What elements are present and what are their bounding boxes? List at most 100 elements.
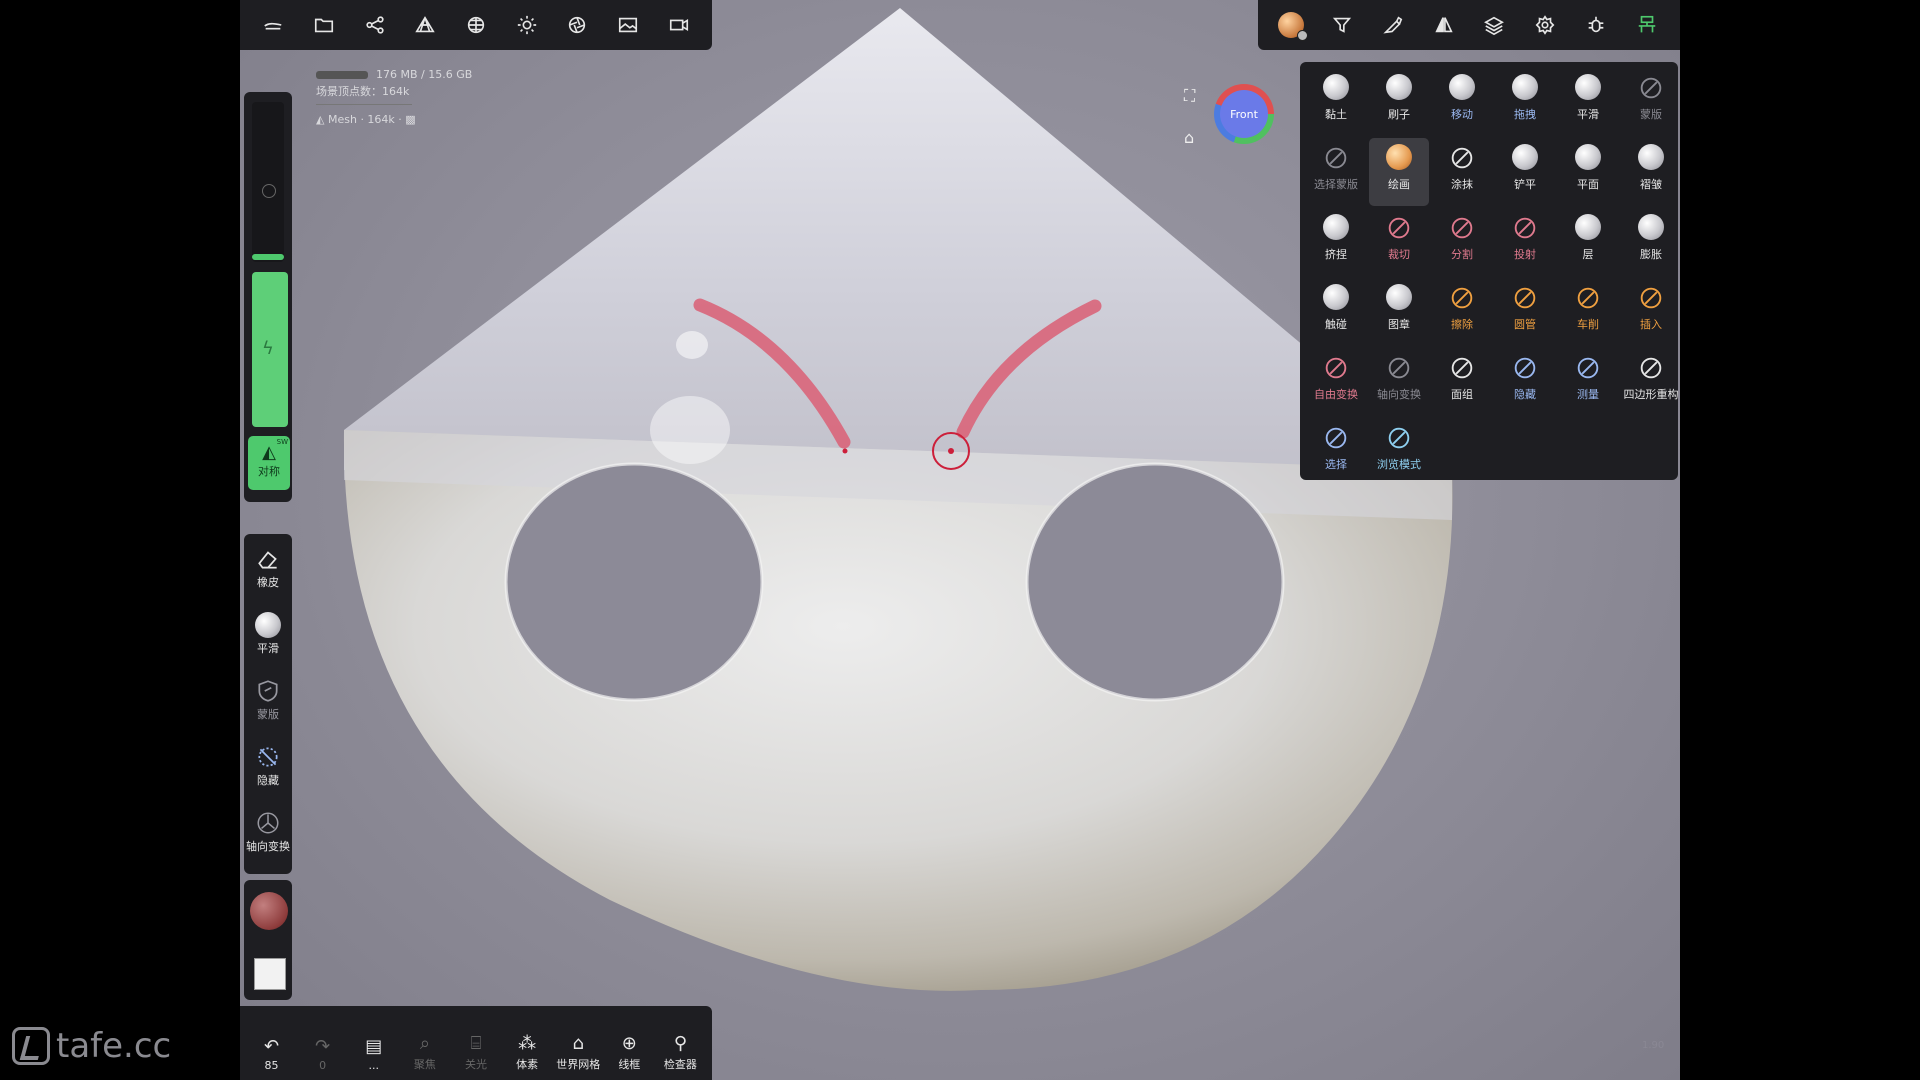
tool-trim[interactable]: 裁切 — [1369, 208, 1429, 276]
slider-knob[interactable] — [262, 184, 276, 198]
video-icon[interactable] — [664, 10, 694, 40]
focus-button[interactable]: ⌕ 聚焦 — [400, 1032, 450, 1072]
image-icon[interactable] — [613, 10, 643, 40]
tool-measure[interactable]: 测量 — [1558, 348, 1618, 416]
mesh-count: · 164k · — [360, 113, 402, 126]
hide-label: 隐藏 — [257, 774, 279, 787]
gizmo-tool[interactable]: 轴向变换 — [244, 810, 292, 854]
tool-paint[interactable]: 绘画 — [1369, 138, 1429, 206]
smooth-ball-icon — [255, 612, 281, 638]
inspector-label: 检查器 — [663, 1058, 697, 1071]
voxel-button[interactable]: ⁂ 体素 — [502, 1032, 552, 1072]
mask-tool[interactable]: 蒙版 — [244, 678, 292, 722]
tool-stamp[interactable]: 图章 — [1369, 278, 1429, 346]
tool-move[interactable]: 移动 — [1432, 68, 1492, 136]
viewport[interactable]: 176 MB / 15.6 GB 场景顶点数：164k ◭ Mesh · 164… — [240, 0, 1680, 1080]
bug-icon[interactable] — [1581, 10, 1611, 40]
focus-icon: ⌕ — [419, 1033, 430, 1054]
tool-select-mask[interactable]: 选择蒙版 — [1306, 138, 1366, 206]
tool-axis-transform[interactable]: 轴向变换 — [1369, 348, 1429, 416]
tool-drag[interactable]: 拖拽 — [1495, 68, 1555, 136]
tool-clay[interactable]: 黏土 — [1306, 68, 1366, 136]
clay-icon — [1322, 74, 1350, 102]
tool-facegroup[interactable]: 面组 — [1432, 348, 1492, 416]
sun-icon[interactable] — [512, 10, 542, 40]
mesh-row[interactable]: ◭ Mesh · 164k · ▩ — [316, 111, 472, 128]
tool-free-transform[interactable]: 自由变换 — [1306, 348, 1366, 416]
material-ball-icon[interactable] — [1276, 10, 1309, 41]
tool-label: 平面 — [1577, 178, 1599, 191]
radius-slider[interactable] — [252, 102, 284, 262]
tool-crease[interactable]: 褶皱 — [1621, 138, 1680, 206]
tool-label: 蒙版 — [1640, 108, 1662, 121]
brush-cursor — [932, 432, 970, 470]
symmetry-icon[interactable] — [1429, 10, 1459, 40]
intensity-slider[interactable]: ϟ — [252, 272, 288, 427]
sphere-grid-icon[interactable] — [461, 10, 491, 40]
layers-icon[interactable] — [1479, 10, 1509, 40]
mesh-icon[interactable] — [410, 10, 440, 40]
aperture-icon[interactable] — [562, 10, 592, 40]
tool-brush[interactable]: 刷子 — [1369, 68, 1429, 136]
tool-mask[interactable]: 蒙版 — [1621, 68, 1680, 136]
tool-split[interactable]: 分割 — [1432, 208, 1492, 276]
move-icon — [1448, 74, 1476, 102]
tool-flatten[interactable]: 铲平 — [1495, 138, 1555, 206]
tool-curve-tube[interactable]: 圆管 — [1495, 278, 1555, 346]
panel-button[interactable]: ▤... — [349, 1035, 399, 1072]
tool-smooth[interactable]: 平滑 — [1558, 68, 1618, 136]
world-grid-button[interactable]: ⌂ 世界网格 — [553, 1032, 603, 1072]
folder-icon[interactable] — [309, 10, 339, 40]
delete-icon — [1448, 284, 1476, 312]
flatten-icon — [1511, 144, 1539, 172]
tool-quad-remesh[interactable]: 四边形重构 — [1621, 348, 1680, 416]
eraser-icon — [258, 551, 277, 569]
fullscreen-icon[interactable]: ⛶ — [1184, 86, 1204, 106]
orientation-gizmo[interactable]: Front — [1214, 84, 1274, 144]
material-color-swatch[interactable] — [250, 892, 288, 930]
tool-planar[interactable]: 平面 — [1558, 138, 1618, 206]
brush-pen-icon[interactable] — [1378, 10, 1408, 40]
tool-label: 车削 — [1577, 318, 1599, 331]
tool-label: 分割 — [1451, 248, 1473, 261]
brush-icon — [1385, 74, 1413, 102]
home-icon[interactable]: ⌂ — [1184, 128, 1204, 148]
tool-insert[interactable]: 插入 — [1621, 278, 1680, 346]
inflate-icon — [1637, 214, 1665, 242]
share-icon[interactable] — [360, 10, 390, 40]
inspector-button[interactable]: ⚲ 检查器 — [655, 1032, 705, 1072]
hide-tool[interactable]: 隐藏 — [244, 744, 292, 788]
tool-layer[interactable]: 层 — [1558, 208, 1618, 276]
undo-button[interactable]: ↶ 85 — [247, 1035, 297, 1072]
hide-icon — [258, 747, 278, 767]
filter-icon[interactable] — [1327, 10, 1357, 40]
tool-inflate[interactable]: 膨胀 — [1621, 208, 1680, 276]
settings-icon[interactable] — [1530, 10, 1560, 40]
vertex-count: 场景顶点数：164k — [316, 85, 410, 98]
hamburger-cloud-icon[interactable] — [258, 10, 288, 40]
lights-button[interactable]: ⌸ 关光 — [451, 1032, 501, 1072]
symmetry-badge: SW — [276, 438, 288, 446]
watermark-logo-icon — [12, 1027, 50, 1065]
tool-lathe[interactable]: 车削 — [1558, 278, 1618, 346]
tool-smudge[interactable]: 涂抹 — [1432, 138, 1492, 206]
tool-label: 擦除 — [1451, 318, 1473, 331]
tool-tube[interactable]: 触碰 — [1306, 278, 1366, 346]
tool-label: 黏土 — [1325, 108, 1347, 121]
tool-label: 四边形重构 — [1623, 388, 1679, 401]
tool-hide-tool[interactable]: 隐藏 — [1495, 348, 1555, 416]
redo-button[interactable]: ↷ 0 — [298, 1035, 348, 1072]
tool-camera-view[interactable]: 浏览模式 — [1369, 418, 1429, 486]
tool-select[interactable]: 选择 — [1306, 418, 1366, 486]
tool-pinch[interactable]: 挤捏 — [1306, 208, 1366, 276]
tool-delete[interactable]: 擦除 — [1432, 278, 1492, 346]
eraser-tool[interactable]: 橡皮 — [244, 546, 292, 590]
wireframe-button[interactable]: ⊕ 线框 — [604, 1032, 654, 1072]
secondary-color-swatch[interactable] — [254, 958, 286, 990]
scene-tree-icon[interactable] — [1632, 10, 1662, 40]
redo-icon: ↷ — [315, 1036, 331, 1057]
smooth-tool[interactable]: 平滑 — [244, 612, 292, 656]
symmetry-button[interactable]: SW ◭ 对称 — [248, 436, 290, 490]
tool-project[interactable]: 投射 — [1495, 208, 1555, 276]
radius-bar[interactable] — [252, 254, 284, 260]
